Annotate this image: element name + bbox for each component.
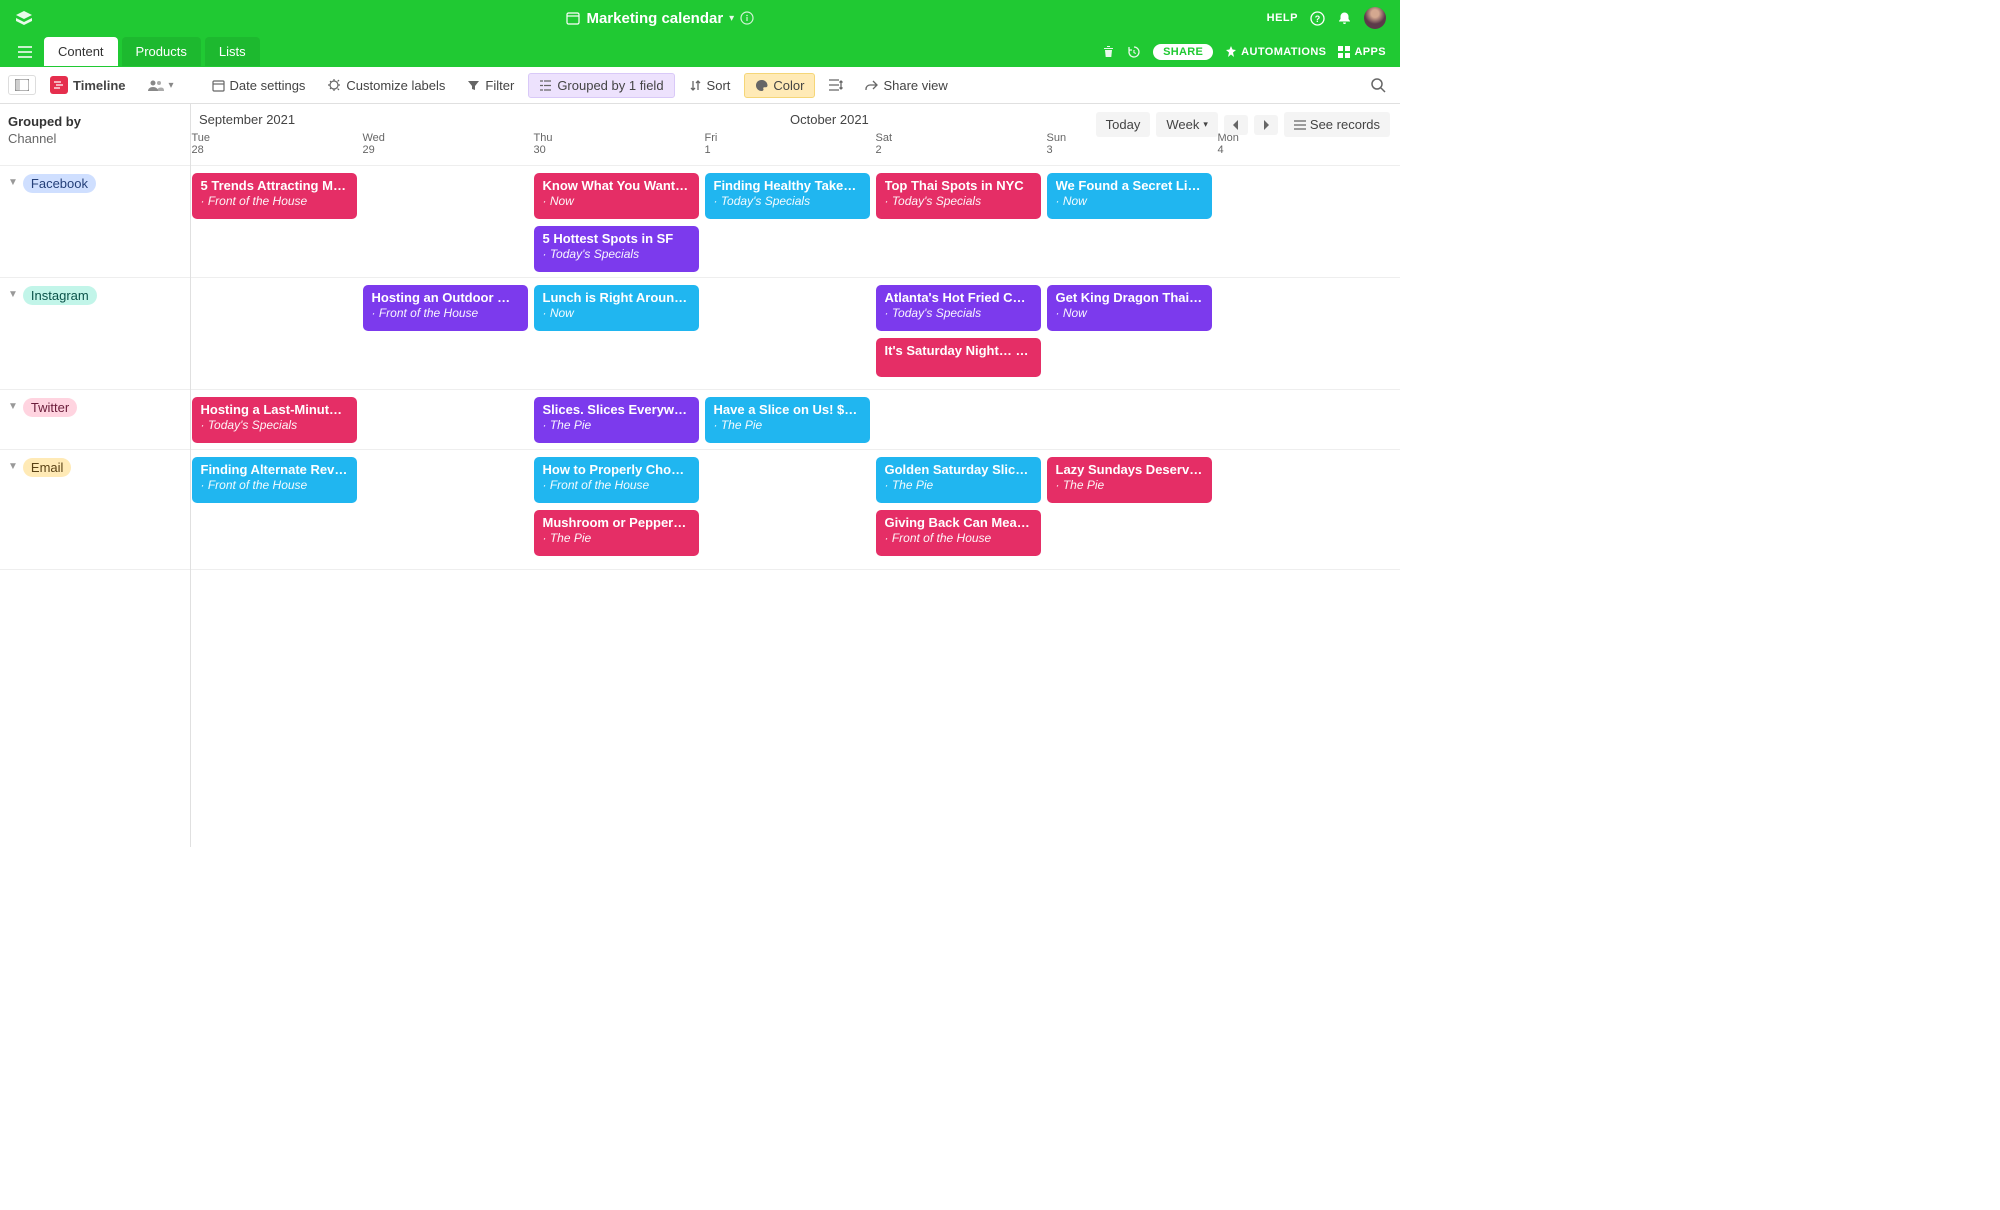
base-title[interactable]: Marketing calendar xyxy=(586,10,723,27)
grouped-by-field: Channel xyxy=(8,131,182,146)
day-header: Fri1 xyxy=(705,132,876,156)
group-header-email[interactable]: ▼ Email xyxy=(0,450,190,570)
timeline-card[interactable]: Mushroom or Pepperoni?· The Pie xyxy=(534,510,699,556)
apps-button[interactable]: APPS xyxy=(1338,46,1386,58)
group-header-instagram[interactable]: ▼ Instagram xyxy=(0,278,190,390)
share-view-button[interactable]: Share view xyxy=(857,74,955,97)
timeline-card[interactable]: Golden Saturday Slices - Only $· The Pie xyxy=(876,457,1041,503)
logo-icon[interactable] xyxy=(14,8,34,28)
automations-button[interactable]: AUTOMATIONS xyxy=(1225,46,1326,58)
week-dropdown[interactable]: Week▾ xyxy=(1156,112,1218,137)
group-chip: Email xyxy=(23,458,72,477)
info-icon[interactable] xyxy=(740,11,754,25)
timeline-card[interactable]: Hosting a Last-Minute BBQ· Today's Speci… xyxy=(192,397,357,443)
day-header: Tue28 xyxy=(192,132,363,156)
group-chip: Twitter xyxy=(23,398,77,417)
next-button[interactable] xyxy=(1254,115,1278,135)
view-switcher[interactable]: Timeline xyxy=(42,72,134,98)
trash-icon[interactable] xyxy=(1102,45,1115,58)
sidebar-toggle[interactable] xyxy=(8,75,36,95)
timeline-card[interactable]: 5 Trends Attracting Millennials· Front o… xyxy=(192,173,357,219)
group-chip: Facebook xyxy=(23,174,96,193)
timeline-card[interactable]: Slices. Slices Everywhere!· The Pie xyxy=(534,397,699,443)
row-height-button[interactable] xyxy=(821,75,851,95)
timeline-card[interactable]: Hosting an Outdoor Event· Front of the H… xyxy=(363,285,528,331)
hamburger-icon[interactable] xyxy=(8,36,42,67)
chevron-down-icon: ▼ xyxy=(8,461,18,472)
help-icon[interactable]: ? xyxy=(1310,11,1325,26)
timeline-card[interactable]: 5 Hottest Spots in SF· Today's Specials xyxy=(534,226,699,272)
day-header: Wed29 xyxy=(363,132,534,156)
group-header-twitter[interactable]: ▼ Twitter xyxy=(0,390,190,450)
date-settings-button[interactable]: Date settings xyxy=(204,74,314,97)
tab-content[interactable]: Content xyxy=(44,37,118,66)
table-tabs: Content Products Lists SHARE AUTOMATIONS… xyxy=(0,36,1400,67)
timeline-card[interactable]: Get King Dragon Thai in 5 Minutes· Now xyxy=(1047,285,1212,331)
history-icon[interactable] xyxy=(1127,45,1141,59)
share-button[interactable]: SHARE xyxy=(1153,44,1213,60)
calendar-icon xyxy=(566,11,580,25)
timeline-card[interactable]: Atlanta's Hot Fried Chicken Central· Tod… xyxy=(876,285,1041,331)
grouped-by-button[interactable]: Grouped by 1 field xyxy=(528,73,674,98)
group-sidebar: Grouped by Channel ▼ Facebook ▼ Instagra… xyxy=(0,104,191,847)
group-header-facebook[interactable]: ▼ Facebook xyxy=(0,166,190,278)
timeline-card[interactable]: Know What You Want Yet?· Now xyxy=(534,173,699,219)
chevron-down-icon: ▼ xyxy=(8,289,18,300)
view-toolbar: Timeline ▾ Date settings Customize label… xyxy=(0,67,1400,104)
grouped-by-label: Grouped by xyxy=(8,114,182,129)
tab-products[interactable]: Products xyxy=(122,37,201,66)
group-chip: Instagram xyxy=(23,286,97,305)
today-button[interactable]: Today xyxy=(1096,112,1151,137)
timeline-card[interactable]: Have a Slice on Us! $10 Credit· The Pie xyxy=(705,397,870,443)
help-link[interactable]: HELP xyxy=(1267,12,1298,24)
timeline-card[interactable]: Finding Healthy Takeout in Seattle· Toda… xyxy=(705,173,870,219)
search-icon[interactable] xyxy=(1370,77,1392,93)
avatar[interactable] xyxy=(1364,7,1386,29)
svg-text:?: ? xyxy=(1315,14,1321,24)
app-header: Marketing calendar ▾ HELP ? xyxy=(0,0,1400,36)
chevron-down-icon[interactable]: ▾ xyxy=(729,13,734,24)
tab-lists[interactable]: Lists xyxy=(205,37,260,66)
timeline-card[interactable]: Top Thai Spots in NYC· Today's Specials xyxy=(876,173,1041,219)
customize-labels-button[interactable]: Customize labels xyxy=(319,74,453,97)
people-button[interactable]: ▾ xyxy=(140,75,182,96)
timeline-card[interactable]: How to Properly Choose Your Bread· Front… xyxy=(534,457,699,503)
timeline-card[interactable]: Lazy Sundays Deserve A Slice· The Pie xyxy=(1047,457,1212,503)
timeline-card[interactable]: Finding Alternate Revenue Streams· Front… xyxy=(192,457,357,503)
filter-button[interactable]: Filter xyxy=(459,74,522,97)
month-label: September 2021 xyxy=(199,112,295,127)
timeline-icon xyxy=(50,76,68,94)
day-header: Thu30 xyxy=(534,132,705,156)
bell-icon[interactable] xyxy=(1337,11,1352,26)
chevron-down-icon: ▼ xyxy=(8,401,18,412)
timeline-card[interactable]: Lunch is Right Around the Corner· Now xyxy=(534,285,699,331)
sort-button[interactable]: Sort xyxy=(681,74,739,97)
timeline-card[interactable]: We Found a Secret Little Gem· Now xyxy=(1047,173,1212,219)
timeline-card[interactable]: It's Saturday Night… · Now xyxy=(876,338,1041,377)
month-label: October 2021 xyxy=(790,112,869,127)
timeline-grid: September 2021 October 2021 Tue28Wed29Th… xyxy=(191,104,1400,847)
color-button[interactable]: Color xyxy=(744,73,815,98)
see-records-button[interactable]: See records xyxy=(1284,112,1390,137)
prev-button[interactable] xyxy=(1224,115,1248,135)
timeline-card[interactable]: Giving Back Can Mean More Profits· Front… xyxy=(876,510,1041,556)
chevron-down-icon: ▼ xyxy=(8,177,18,188)
day-header: Sat2 xyxy=(876,132,1047,156)
